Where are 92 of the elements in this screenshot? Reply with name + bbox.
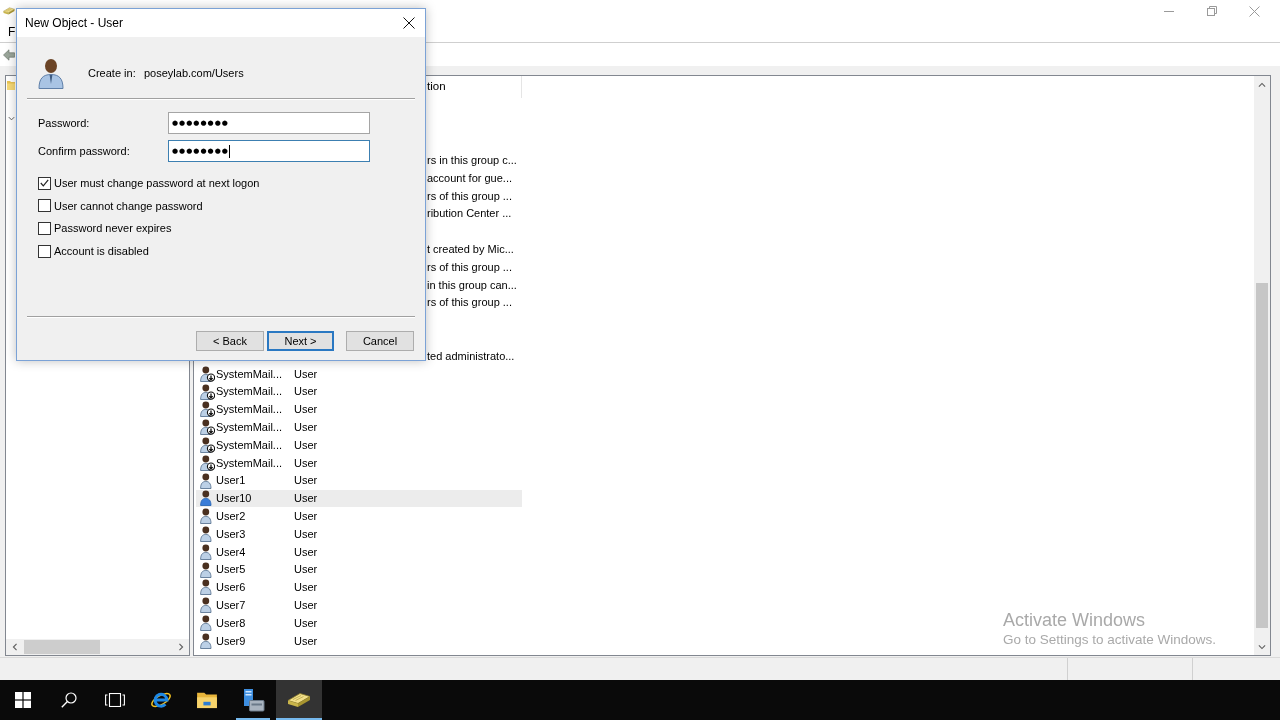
description-text: t created by Mic... bbox=[427, 242, 514, 257]
list-row[interactable]: User3 User bbox=[196, 525, 522, 543]
object-type: User bbox=[293, 562, 318, 578]
option-label[interactable]: Password never expires bbox=[54, 220, 172, 237]
object-type: User bbox=[293, 508, 318, 524]
field-label: Confirm password: bbox=[38, 143, 131, 159]
object-type: User bbox=[293, 597, 318, 613]
container-path: poseylab.com/Users bbox=[144, 65, 244, 81]
list-row[interactable]: User4 User bbox=[196, 542, 522, 561]
object-type: User bbox=[293, 526, 318, 542]
search-icon bbox=[61, 692, 77, 708]
scrollbar-thumb[interactable] bbox=[24, 640, 100, 654]
object-name: User8 bbox=[216, 615, 246, 631]
list-row[interactable]: User6 User bbox=[196, 578, 522, 597]
description-text: in this group can... bbox=[427, 277, 517, 293]
checkmark-icon bbox=[40, 179, 49, 188]
object-type: User bbox=[293, 437, 318, 453]
object-name: SystemMail... bbox=[216, 437, 282, 453]
object-type: User bbox=[293, 544, 318, 560]
checkbox[interactable] bbox=[38, 199, 51, 213]
list-row[interactable]: User7 User bbox=[196, 596, 522, 615]
chevron-down-icon bbox=[1258, 643, 1266, 650]
taskbar-app-button[interactable] bbox=[276, 680, 322, 720]
dialog-title: New Object - User bbox=[24, 15, 124, 32]
object-name: User3 bbox=[216, 526, 246, 542]
object-name: User6 bbox=[216, 580, 246, 596]
folder-stack-icon bbox=[287, 692, 311, 708]
user-icon bbox=[38, 57, 64, 89]
description-text: account for gue... bbox=[427, 170, 512, 186]
checkbox[interactable] bbox=[38, 176, 51, 190]
checkbox[interactable] bbox=[38, 222, 51, 236]
chevron-up-icon bbox=[1258, 81, 1266, 88]
object-name: SystemMail... bbox=[216, 455, 282, 471]
back-button[interactable]: < Back bbox=[196, 331, 264, 351]
object-name: User10 bbox=[216, 491, 252, 507]
activation-title: Activate Windows bbox=[1003, 609, 1147, 631]
description-text: rs in this group c... bbox=[427, 153, 517, 169]
object-name: User1 bbox=[216, 473, 246, 489]
cancel-button[interactable]: Cancel bbox=[346, 331, 414, 351]
object-type: User bbox=[293, 455, 318, 471]
checkbox[interactable] bbox=[38, 244, 51, 258]
object-type: User bbox=[293, 366, 318, 382]
windows-logo-icon bbox=[15, 692, 31, 708]
close-icon bbox=[402, 17, 415, 29]
menu-item[interactable]: F bbox=[8, 23, 16, 41]
object-type: User bbox=[293, 633, 318, 649]
object-name: User2 bbox=[216, 508, 246, 524]
minimize-icon bbox=[1163, 10, 1174, 12]
description-text: rs of this group ... bbox=[427, 188, 512, 204]
description-text: ribution Center ... bbox=[427, 206, 512, 222]
description-text: rs of this group ... bbox=[427, 295, 512, 311]
next-button[interactable]: Next > bbox=[267, 331, 334, 351]
object-name: User5 bbox=[216, 562, 246, 578]
list-row[interactable]: User1 User bbox=[196, 471, 522, 490]
folder-stack-icon bbox=[3, 6, 15, 16]
list-row[interactable]: User8 User bbox=[196, 614, 522, 632]
object-name: SystemMail... bbox=[216, 366, 282, 382]
list-row[interactable]: User5 User bbox=[196, 560, 522, 579]
chevron-left-icon bbox=[11, 643, 18, 651]
restore-icon bbox=[1206, 6, 1217, 16]
chevron-right-icon bbox=[177, 643, 184, 651]
option-label[interactable]: Account is disabled bbox=[54, 243, 149, 260]
close-icon bbox=[1249, 5, 1260, 17]
option-label[interactable]: User must change password at next logon bbox=[54, 175, 260, 192]
description-text: rs of this group ... bbox=[427, 259, 512, 275]
object-name: User9 bbox=[216, 633, 246, 649]
scrollbar-thumb[interactable] bbox=[1256, 283, 1268, 628]
activation-message: Go to Settings to activate Windows. bbox=[1003, 631, 1217, 649]
object-name: User4 bbox=[216, 544, 246, 560]
task-view-icon bbox=[105, 693, 125, 707]
folder-icon bbox=[196, 691, 218, 709]
object-type: User bbox=[293, 491, 318, 507]
object-name: SystemMail... bbox=[216, 402, 282, 418]
object-name: SystemMail... bbox=[216, 384, 282, 400]
object-type: User bbox=[293, 580, 318, 596]
list-row[interactable]: User9 User bbox=[196, 631, 522, 650]
text-cursor-icon bbox=[228, 144, 230, 158]
object-type: User bbox=[293, 473, 318, 489]
field-label: Password: bbox=[38, 115, 91, 131]
object-name: User7 bbox=[216, 597, 246, 613]
server-icon bbox=[241, 688, 265, 712]
object-type: User bbox=[293, 384, 318, 400]
description-text: ted administrato... bbox=[427, 348, 515, 364]
option-label[interactable]: User cannot change password bbox=[54, 197, 203, 215]
list-row[interactable]: User2 User bbox=[196, 507, 522, 526]
object-type: User bbox=[293, 420, 318, 435]
create-in-label: Create in: bbox=[88, 65, 137, 81]
back-arrow-icon[interactable] bbox=[3, 48, 15, 61]
object-type: User bbox=[293, 615, 318, 631]
object-type: User bbox=[293, 402, 318, 418]
object-name: SystemMail... bbox=[216, 420, 282, 435]
list-row[interactable]: User10 User bbox=[196, 489, 522, 508]
